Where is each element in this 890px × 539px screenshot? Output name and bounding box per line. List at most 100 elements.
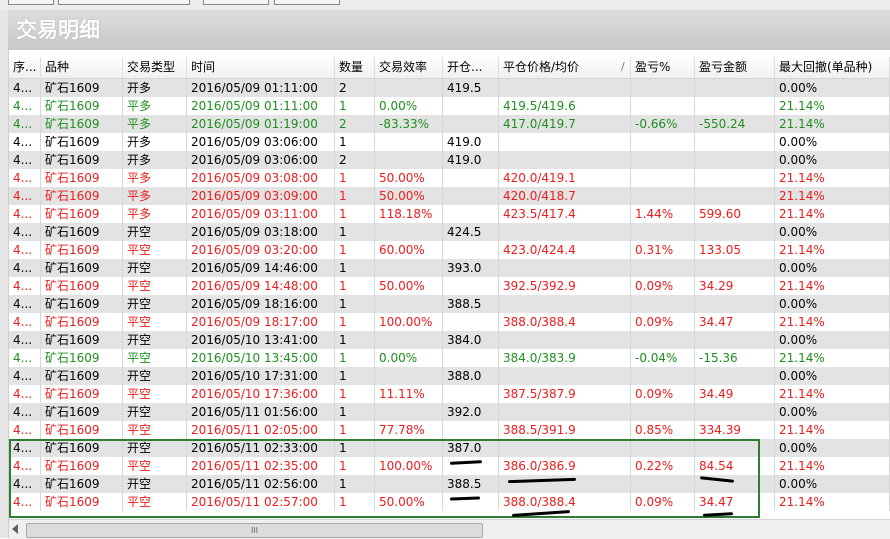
table-row[interactable]: 4... 矿石1609 开空 2016/05/10 13:41:00 1 384.0 0.0… bbox=[9, 331, 890, 349]
cell-close-price: 386.0/386.9 bbox=[499, 457, 631, 475]
cell-symbol: 矿石1609 bbox=[41, 169, 123, 187]
horizontal-scrollbar[interactable]: III bbox=[9, 519, 890, 539]
scrollbar-thumb[interactable]: III bbox=[26, 523, 483, 538]
trade-detail-table: 序... 品种 交易类型 时间 数量 交易效率 开仓... 平仓价格/均价 盈亏% 盈亏金额 最大回… bbox=[9, 57, 890, 519]
table-row[interactable]: 4... 矿石1609 开空 2016/05/11 01:56:00 1 392.0 0.0… bbox=[9, 403, 890, 421]
cell-efficiency: 50.00% bbox=[375, 169, 443, 187]
cell-pnl-pct: 0.09% bbox=[631, 277, 695, 295]
cell-open-price: 393.0 bbox=[443, 259, 499, 277]
cell-efficiency: 0.00% bbox=[375, 349, 443, 367]
header-symbol[interactable]: 品种 bbox=[41, 57, 123, 78]
cell-seq: 4... bbox=[9, 241, 41, 259]
cell-max-drawdown: 0.00% bbox=[775, 295, 890, 313]
cell-time: 2016/05/09 01:11:00 bbox=[187, 79, 335, 97]
table-row[interactable]: 4... 矿石1609 平多 2016/05/09 03:11:00 1 118.18% 4… bbox=[9, 205, 890, 223]
cell-open-price: 384.0 bbox=[443, 331, 499, 349]
header-max-drawdown[interactable]: 最大回撤(单品种) bbox=[775, 57, 890, 78]
header-qty[interactable]: 数量 bbox=[335, 57, 375, 78]
header-pnl-pct[interactable]: 盈亏% bbox=[631, 57, 695, 78]
cell-pnl-pct bbox=[631, 295, 695, 313]
toolbar-tab[interactable] bbox=[274, 0, 340, 5]
cell-trade-type: 开空 bbox=[123, 331, 187, 349]
table-row[interactable]: 4... 矿石1609 开空 2016/05/10 17:31:00 1 388.0 0.0… bbox=[9, 367, 890, 385]
cell-trade-type: 开空 bbox=[123, 295, 187, 313]
cell-open-price bbox=[443, 313, 499, 331]
cell-seq: 4... bbox=[9, 79, 41, 97]
header-open-price[interactable]: 开仓... bbox=[443, 57, 499, 78]
cell-pnl-amount bbox=[695, 259, 775, 277]
cell-pnl-amount bbox=[695, 403, 775, 421]
cell-qty: 2 bbox=[335, 115, 375, 133]
cell-time: 2016/05/09 03:11:00 bbox=[187, 205, 335, 223]
table-row[interactable]: 4... 矿石1609 平多 2016/05/09 03:08:00 1 50.00% 42… bbox=[9, 169, 890, 187]
toolbar-tab[interactable] bbox=[58, 0, 190, 5]
table-row[interactable]: 4... 矿石1609 平空 2016/05/10 13:45:00 1 0.00% 384… bbox=[9, 349, 890, 367]
header-pnl-amount[interactable]: 盈亏金额 bbox=[695, 57, 775, 78]
table-row[interactable]: 4... 矿石1609 平空 2016/05/09 03:20:00 1 60.00% 42… bbox=[9, 241, 890, 259]
cell-pnl-amount: -15.36 bbox=[695, 349, 775, 367]
table-row[interactable]: 4... 矿石1609 平多 2016/05/09 01:11:00 1 0.00% 419… bbox=[9, 97, 890, 115]
cell-pnl-pct: -0.66% bbox=[631, 115, 695, 133]
table-row[interactable]: 4... 矿石1609 开多 2016/05/09 01:11:00 2 419.5 0.0… bbox=[9, 79, 890, 97]
table-row[interactable]: 4... 矿石1609 平空 2016/05/11 02:05:00 1 77.78% 38… bbox=[9, 421, 890, 439]
cell-time: 2016/05/11 02:56:00 bbox=[187, 475, 335, 493]
cell-seq: 4... bbox=[9, 133, 41, 151]
table-row[interactable]: 4... 矿石1609 开多 2016/05/09 03:06:00 1 419.0 0.0… bbox=[9, 133, 890, 151]
cell-max-drawdown: 0.00% bbox=[775, 475, 890, 493]
table-row[interactable]: 4... 矿石1609 平空 2016/05/09 18:17:00 1 100.00% 3… bbox=[9, 313, 890, 331]
header-efficiency[interactable]: 交易效率 bbox=[375, 57, 443, 78]
cell-trade-type: 平空 bbox=[123, 349, 187, 367]
table-row[interactable]: 4... 矿石1609 平多 2016/05/09 03:09:00 1 50.00% 42… bbox=[9, 187, 890, 205]
table-row[interactable]: 4... 矿石1609 平空 2016/05/09 14:48:00 1 50.00% 39… bbox=[9, 277, 890, 295]
table-row[interactable]: 4... 矿石1609 平空 2016/05/10 17:36:00 1 11.11% 38… bbox=[9, 385, 890, 403]
cell-time: 2016/05/10 13:45:00 bbox=[187, 349, 335, 367]
cell-pnl-pct bbox=[631, 367, 695, 385]
table-row[interactable]: 4... 矿石1609 开空 2016/05/09 03:18:00 1 424.5 0.0… bbox=[9, 223, 890, 241]
cell-symbol: 矿石1609 bbox=[41, 475, 123, 493]
header-seq[interactable]: 序... bbox=[9, 57, 41, 78]
table-row[interactable]: 4... 矿石1609 平空 2016/05/11 02:35:00 1 100.00% 3… bbox=[9, 457, 890, 475]
table-row[interactable]: 4... 矿石1609 开多 2016/05/09 03:06:00 2 419.0 0.0… bbox=[9, 151, 890, 169]
cell-seq: 4... bbox=[9, 349, 41, 367]
header-close-price[interactable]: 平仓价格/均价 bbox=[499, 57, 631, 78]
cell-pnl-pct bbox=[631, 223, 695, 241]
cell-trade-type: 平空 bbox=[123, 421, 187, 439]
cell-efficiency: 50.00% bbox=[375, 277, 443, 295]
table-row[interactable]: 4... 矿石1609 开空 2016/05/09 18:16:00 1 388.5 0.0… bbox=[9, 295, 890, 313]
table-row[interactable]: 4... 矿石1609 开空 2016/05/11 02:56:00 1 388.5 0.0… bbox=[9, 475, 890, 493]
cell-close-price: 419.5/419.6 bbox=[499, 97, 631, 115]
cell-max-drawdown: 21.14% bbox=[775, 421, 890, 439]
cell-pnl-amount: -550.24 bbox=[695, 115, 775, 133]
cell-time: 2016/05/11 02:35:00 bbox=[187, 457, 335, 475]
cell-qty: 1 bbox=[335, 205, 375, 223]
cell-close-price: 392.5/392.9 bbox=[499, 277, 631, 295]
cell-symbol: 矿石1609 bbox=[41, 133, 123, 151]
cell-pnl-amount: 84.54 bbox=[695, 457, 775, 475]
header-time[interactable]: 时间 bbox=[187, 57, 335, 78]
cell-seq: 4... bbox=[9, 295, 41, 313]
left-edge-strip bbox=[0, 10, 9, 538]
header-trade-type[interactable]: 交易类型 bbox=[123, 57, 187, 78]
table-row[interactable]: 4... 矿石1609 开空 2016/05/09 14:46:00 1 393.0 0.0… bbox=[9, 259, 890, 277]
toolbar-tab[interactable] bbox=[203, 0, 269, 5]
cell-time: 2016/05/09 03:08:00 bbox=[187, 169, 335, 187]
toolbar-tab[interactable] bbox=[8, 0, 54, 5]
table-row[interactable]: 4... 矿石1609 开空 2016/05/11 02:33:00 1 387.0 0.0… bbox=[9, 439, 890, 457]
cell-symbol: 矿石1609 bbox=[41, 367, 123, 385]
table-row[interactable]: 4... 矿石1609 平空 2016/05/11 02:57:00 1 50.00% 38… bbox=[9, 493, 890, 511]
cell-symbol: 矿石1609 bbox=[41, 241, 123, 259]
scroll-left-arrow-icon[interactable] bbox=[12, 524, 18, 534]
cell-symbol: 矿石1609 bbox=[41, 493, 123, 511]
cell-pnl-amount bbox=[695, 97, 775, 115]
cell-seq: 4... bbox=[9, 259, 41, 277]
cell-qty: 1 bbox=[335, 439, 375, 457]
cell-time: 2016/05/09 14:48:00 bbox=[187, 277, 335, 295]
cell-qty: 2 bbox=[335, 79, 375, 97]
cell-pnl-amount: 34.29 bbox=[695, 277, 775, 295]
cell-max-drawdown: 21.14% bbox=[775, 313, 890, 331]
cell-efficiency: 0.00% bbox=[375, 97, 443, 115]
cell-symbol: 矿石1609 bbox=[41, 79, 123, 97]
cell-qty: 1 bbox=[335, 313, 375, 331]
cell-max-drawdown: 0.00% bbox=[775, 259, 890, 277]
table-row[interactable]: 4... 矿石1609 平多 2016/05/09 01:19:00 2 -83.33% 4… bbox=[9, 115, 890, 133]
